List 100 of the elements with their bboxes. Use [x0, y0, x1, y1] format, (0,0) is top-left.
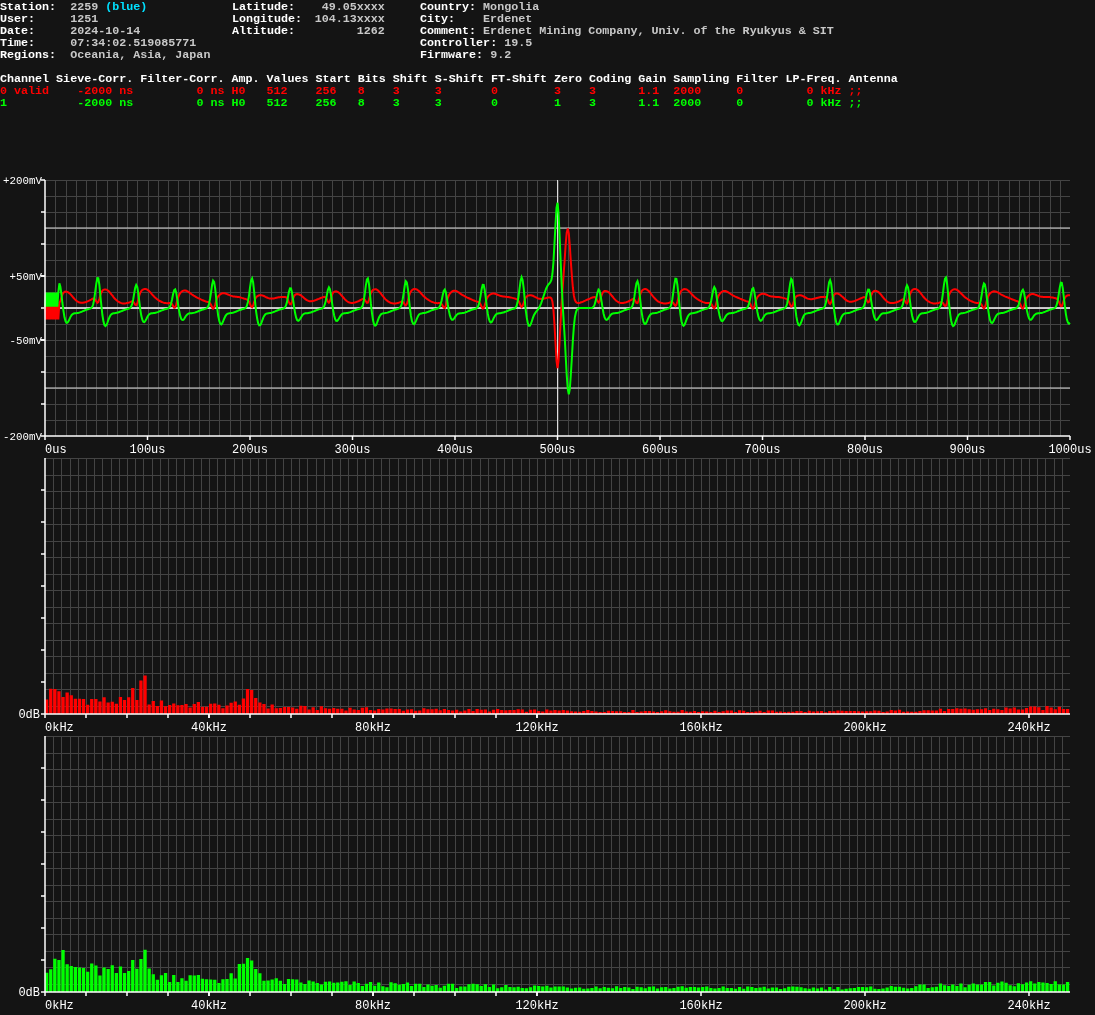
table-cell-text: H0: [231, 97, 247, 109]
field-value: 1251: [70, 13, 99, 25]
field-label: Longitude:: [232, 13, 304, 25]
column-header: Antenna: [848, 73, 899, 85]
table-cell-text: 3: [589, 85, 598, 97]
column-header: Filter: [736, 73, 780, 85]
table-cell: 0: [490, 85, 555, 97]
table-cell-text: 1: [0, 97, 8, 109]
table-cell: 3: [434, 97, 491, 109]
axis-label: 120kHz: [515, 721, 559, 731]
axis-label: 200us: [232, 443, 268, 453]
axis-label: 800us: [847, 443, 883, 453]
table-cell-text: 0: [736, 97, 745, 109]
axis-label: +200mV: [3, 175, 42, 187]
axis-label: 700us: [744, 443, 781, 453]
field-value: 2259: [70, 1, 99, 13]
field-label: Altitude:: [232, 25, 297, 37]
column-header: LP-Freq.: [785, 73, 849, 85]
axis-label: 900us: [949, 443, 986, 453]
table-cell-text: ;;: [848, 85, 864, 97]
table-cell: 8: [357, 85, 393, 97]
field-value: Erdenet Mining Company, Univ. of the Ryukyus & SIT: [483, 25, 834, 37]
table-cell-text: 0 kHz: [805, 97, 843, 109]
axis-label: -50mV: [9, 335, 42, 347]
table-cell-text: 0 ns: [195, 85, 226, 97]
team-tag: (blue): [105, 1, 148, 13]
field-label: Country:: [420, 1, 477, 13]
column-header: Sampling: [673, 73, 731, 85]
field-value: Mongolia: [483, 1, 540, 13]
field-value: Erdenet: [483, 13, 533, 25]
field-value: 49.05xxxx: [320, 1, 385, 13]
table-cell: 3: [554, 85, 590, 97]
field-label: Date:: [0, 25, 37, 37]
field-label: Firmware:: [420, 49, 484, 61]
table-cell: 512: [266, 85, 316, 97]
axis-label: -200mV: [3, 431, 42, 443]
table-cell: 3: [392, 97, 435, 109]
column-header: Coding: [589, 73, 639, 85]
table-cell: 3: [392, 85, 435, 97]
field-label: Regions:: [0, 49, 58, 61]
table-cell-text: H0: [231, 85, 247, 97]
axis-label: 0kHz: [45, 721, 74, 731]
axis-label: +50mV: [9, 271, 42, 283]
field-value: 9.2: [490, 49, 512, 61]
table-cell: 1.1: [638, 85, 674, 97]
field-value: 1262: [355, 25, 385, 37]
table-cell: 256: [315, 97, 358, 109]
column-header: Values: [266, 73, 316, 85]
axis-label: 0dB: [18, 986, 40, 1000]
field-label: Comment:: [420, 25, 477, 37]
axis-label: 0dB: [18, 708, 40, 722]
table-cell-text: -2000 ns: [76, 97, 135, 109]
table-cell-text: 0 ns: [195, 97, 226, 109]
table-cell: 256: [315, 85, 358, 97]
axis-label: 600us: [642, 443, 678, 453]
axis-label: 160kHz: [679, 721, 723, 731]
table-cell-text: 0 kHz: [805, 85, 843, 97]
table-cell-text: 0 valid: [0, 85, 51, 97]
axis-label: 0us: [45, 443, 67, 453]
axis-label: 40kHz: [191, 721, 227, 731]
field-value: 07:34:02.519085771: [70, 37, 197, 49]
axis-label: 300us: [334, 443, 371, 453]
column-header: Amp.: [231, 73, 267, 85]
field-label: Controller:: [420, 37, 498, 49]
table-cell-text: 0: [736, 85, 745, 97]
axis-label: 0kHz: [45, 999, 74, 1009]
axis-label: 200kHz: [843, 999, 887, 1009]
field-label: Time:: [0, 37, 37, 49]
column-header: FT-Shift: [490, 73, 555, 85]
axis-label: 40kHz: [191, 999, 227, 1009]
field-value: Oceania, Asia, Japan: [70, 49, 211, 61]
axis-label: 120kHz: [515, 999, 559, 1009]
axis-label: 80kHz: [355, 999, 391, 1009]
axis-label: 80kHz: [355, 721, 391, 731]
field-label: City:: [420, 13, 457, 25]
table-cell-text: ;;: [848, 97, 864, 109]
axis-label: 200kHz: [843, 721, 887, 731]
column-header: Shift: [392, 73, 435, 85]
column-header: Zero: [554, 73, 590, 85]
axis-label: 240kHz: [1007, 999, 1051, 1009]
axis-label: 240kHz: [1007, 721, 1051, 731]
axis-label: 1000us: [1048, 443, 1092, 453]
field-value: 2024-10-14: [70, 25, 141, 37]
table-cell: 2000: [673, 97, 737, 109]
table-cell: 8: [357, 97, 393, 109]
column-header: Channel: [0, 73, 57, 85]
column-header: Sieve-Corr.: [56, 73, 135, 85]
table-cell: 2000: [673, 85, 737, 97]
column-header: Start: [315, 73, 358, 85]
field-value: 104.13xxxx: [313, 13, 385, 25]
table-cell: 512: [266, 97, 316, 109]
axis-label: 160kHz: [679, 999, 723, 1009]
axis-label: 500us: [539, 443, 576, 453]
field-value: 19.5: [504, 37, 533, 49]
axis-label: 400us: [437, 443, 473, 453]
column-header: S-Shift: [434, 73, 491, 85]
table-cell: 0: [490, 97, 555, 109]
field-label: User:: [0, 13, 37, 25]
column-header: Gain: [638, 73, 674, 85]
column-header: Filter-Corr.: [140, 73, 232, 85]
